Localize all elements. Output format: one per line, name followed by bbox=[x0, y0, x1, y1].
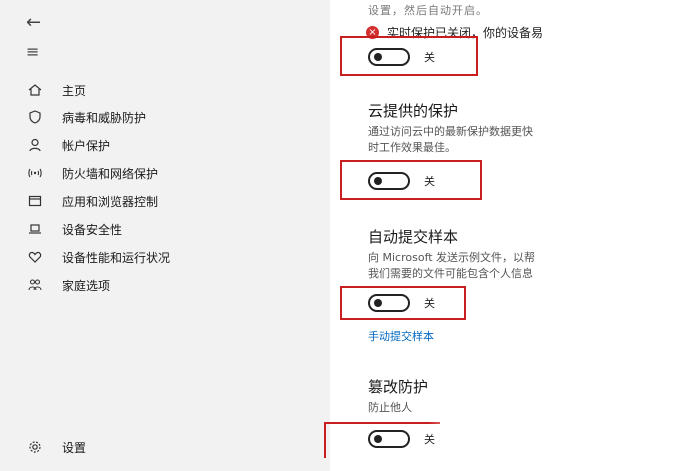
sidebar-item-label: 病毒和威胁防护 bbox=[62, 110, 147, 125]
toggle-track[interactable] bbox=[368, 430, 410, 448]
sidebar-item-label: 设备性能和运行状况 bbox=[62, 250, 171, 265]
laptop-icon bbox=[24, 221, 46, 237]
sidebar-item-home[interactable]: 主页 bbox=[24, 80, 86, 100]
sidebar-item-device-performance[interactable]: 设备性能和运行状况 bbox=[24, 247, 170, 267]
overlay-fade bbox=[440, 420, 580, 471]
hamburger-icon[interactable]: ≡ bbox=[26, 44, 39, 60]
family-icon bbox=[24, 277, 46, 293]
shield-icon bbox=[24, 109, 46, 125]
sidebar-item-label: 家庭选项 bbox=[62, 278, 111, 293]
sample-submission-desc-line1: 向 Microsoft 发送示例文件，以帮 bbox=[368, 251, 536, 264]
sidebar-item-label: 设备安全性 bbox=[62, 222, 123, 237]
realtime-description: 设置，然后自动开启。 bbox=[368, 4, 488, 17]
toggle-track[interactable] bbox=[368, 48, 410, 66]
sidebar: ← ≡ 主页 病毒和威胁防护 帐户保护 防火墙和网络保护 应用和浏览器控制 设备… bbox=[0, 0, 330, 471]
tamper-protection-desc: 防止他人 bbox=[368, 401, 412, 414]
toggle-state-label: 关 bbox=[424, 297, 435, 310]
person-icon bbox=[24, 137, 46, 153]
sidebar-item-app-browser-control[interactable]: 应用和浏览器控制 bbox=[24, 191, 158, 211]
toggle-state-label: 关 bbox=[424, 51, 435, 64]
gear-icon bbox=[24, 439, 46, 455]
manual-submit-link[interactable]: 手动提交样本 bbox=[368, 328, 434, 344]
sidebar-item-label: 应用和浏览器控制 bbox=[62, 194, 159, 209]
sidebar-item-label: 设置 bbox=[62, 440, 87, 455]
toggle-track[interactable] bbox=[368, 172, 410, 190]
cloud-protection-toggle[interactable]: 关 bbox=[368, 172, 435, 190]
home-icon bbox=[24, 82, 46, 98]
sidebar-item-label: 主页 bbox=[62, 83, 87, 98]
realtime-protection-toggle[interactable]: 关 bbox=[368, 48, 435, 66]
toggle-track[interactable] bbox=[368, 294, 410, 312]
back-arrow-icon[interactable]: ← bbox=[26, 12, 41, 33]
sample-submission-title: 自动提交样本 bbox=[368, 228, 459, 246]
sidebar-item-label: 帐户保护 bbox=[62, 138, 111, 153]
sidebar-item-virus-protection[interactable]: 病毒和威胁防护 bbox=[24, 107, 146, 127]
heart-icon bbox=[24, 249, 46, 265]
cloud-protection-desc-line2: 时工作效果最佳。 bbox=[368, 141, 456, 154]
wifi-antenna-icon bbox=[24, 165, 46, 181]
sample-submission-toggle[interactable]: 关 bbox=[368, 294, 435, 312]
sidebar-item-settings[interactable]: 设置 bbox=[24, 437, 86, 457]
sidebar-item-firewall[interactable]: 防火墙和网络保护 bbox=[24, 163, 158, 183]
sample-submission-desc-line2: 我们需要的文件可能包含个人信息 bbox=[368, 267, 533, 280]
toggle-state-label: 关 bbox=[424, 175, 435, 188]
sidebar-item-label: 防火墙和网络保护 bbox=[62, 166, 159, 181]
sidebar-item-account-protection[interactable]: 帐户保护 bbox=[24, 135, 110, 155]
tamper-protection-toggle[interactable]: 关 bbox=[368, 430, 435, 448]
cloud-protection-title: 云提供的保护 bbox=[368, 102, 459, 120]
cloud-protection-desc-line1: 通过访问云中的最新保护数据更快 bbox=[368, 125, 533, 138]
browser-window-icon bbox=[24, 193, 46, 209]
sidebar-item-device-security[interactable]: 设备安全性 bbox=[24, 219, 122, 239]
sidebar-item-family-options[interactable]: 家庭选项 bbox=[24, 275, 110, 295]
tamper-protection-title: 篡改防护 bbox=[368, 378, 429, 396]
